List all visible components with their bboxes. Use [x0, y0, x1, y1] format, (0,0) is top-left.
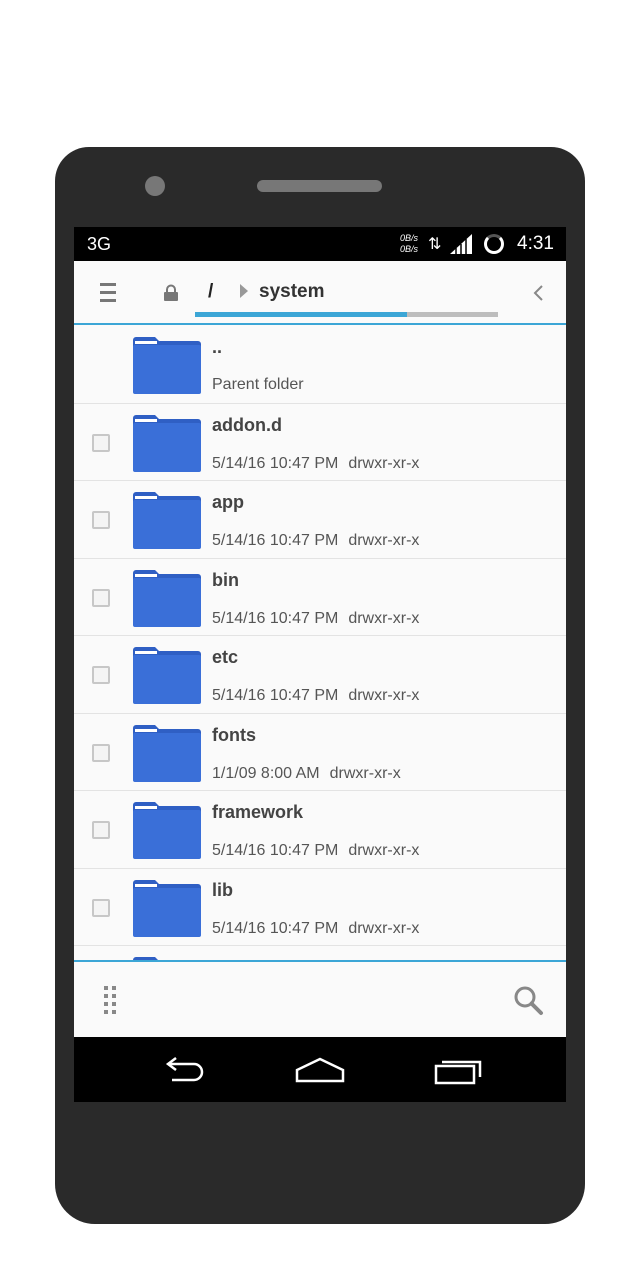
file-permissions: drwxr-xr-x	[348, 687, 420, 704]
file-date: 5/14/16 10:47 PM	[212, 687, 339, 704]
earpiece-speaker	[257, 180, 382, 192]
file-name: app	[212, 492, 245, 512]
row-checkbox[interactable]	[92, 433, 110, 452]
file-list: .. Parent folder addon.d 5/14/16 10:47 PM dr…	[74, 326, 566, 962]
file-name: bin	[212, 569, 239, 590]
file-date: 5/14/16 10:47 PM	[212, 609, 339, 627]
system-navigation-bar	[74, 1037, 566, 1102]
file-row[interactable]: bin 5/14/16 10:47 PM drwxr-xr-x	[74, 559, 566, 636]
row-checkbox[interactable]	[92, 511, 110, 529]
chevron-left-icon[interactable]	[529, 283, 549, 303]
file-permissions: drwxr-xr-x	[348, 532, 420, 549]
chevron-right-icon	[240, 284, 248, 298]
file-date: 5/14/16 10:47 PM	[212, 532, 339, 549]
file-row[interactable]: etc 5/14/16 10:47 PM drwxr-xr-x	[74, 636, 566, 714]
breadcrumb-root[interactable]: /	[208, 281, 213, 303]
file-meta: 5/14/16 10:47 PM drwxr-xr-x	[212, 842, 419, 860]
file-name: etc	[212, 647, 239, 667]
folder-icon	[133, 491, 201, 549]
network-type: 3G	[87, 234, 112, 254]
lock-icon	[164, 284, 178, 301]
file-row[interactable]: app 5/14/16 10:47 PM drwxr-xr-x	[74, 481, 566, 559]
folder-icon	[133, 646, 201, 704]
file-meta: 1/1/09 8:00 AM drwxr-xr-x	[212, 765, 401, 783]
file-name: framework	[212, 802, 304, 822]
file-subtitle: Parent folder	[212, 376, 304, 393]
folder-icon	[133, 879, 201, 937]
recents-icon[interactable]	[434, 1057, 484, 1085]
file-date: 1/1/09 8:00 AM	[212, 764, 320, 782]
file-permissions: drwxr-xr-x	[348, 609, 420, 627]
file-meta: 5/14/16 10:47 PM drwxr-xr-x	[212, 687, 419, 705]
file-row[interactable]: addon.d 5/14/16 10:47 PM drwxr-xr-x	[74, 404, 566, 481]
network-speed: 0B/s 0B/s	[400, 233, 418, 255]
row-checkbox[interactable]	[92, 821, 110, 839]
folder-icon	[133, 801, 201, 859]
file-meta: 5/14/16 10:47 PM drwxr-xr-x	[212, 532, 419, 550]
battery-ring-icon	[484, 234, 504, 254]
status-bar: 3G 0B/s 0B/s ⇅ 4:31	[74, 227, 566, 261]
front-camera	[145, 176, 165, 196]
hamburger-menu-icon[interactable]	[100, 283, 116, 303]
signal-strength-icon	[450, 234, 472, 254]
file-date: 5/14/16 10:47 PM	[212, 919, 339, 937]
file-row[interactable]: fonts 1/1/09 8:00 AM drwxr-xr-x	[74, 714, 566, 791]
path-progress-bar	[195, 312, 498, 317]
file-meta: 5/14/16 10:47 PM drwxr-xr-x	[212, 610, 419, 628]
file-permissions: drwxr-xr-x	[348, 842, 420, 859]
file-name: fonts	[212, 724, 256, 745]
file-meta: 5/14/16 10:47 PM drwxr-xr-x	[212, 455, 419, 473]
folder-icon	[133, 336, 201, 394]
toolbar: / system	[74, 261, 566, 325]
device-screen: 3G 0B/s 0B/s ⇅ 4:31 / system .. Parent f…	[74, 227, 566, 1102]
parent-folder-row[interactable]: .. Parent folder	[74, 326, 566, 404]
folder-icon	[133, 414, 201, 472]
file-date: 5/14/16 10:47 PM	[212, 454, 339, 472]
row-checkbox[interactable]	[92, 898, 110, 917]
file-name: addon.d	[212, 414, 282, 435]
clock: 4:31	[517, 233, 554, 254]
grip-icon[interactable]	[104, 986, 122, 1016]
file-row[interactable]: framework 5/14/16 10:47 PM drwxr-xr-x	[74, 791, 566, 869]
home-icon[interactable]	[294, 1057, 346, 1083]
bottom-action-bar	[74, 962, 566, 1037]
file-permissions: drwxr-xr-x	[348, 919, 420, 937]
row-checkbox[interactable]	[92, 666, 110, 684]
folder-icon	[133, 724, 201, 782]
upload-speed: 0B/s	[400, 233, 419, 243]
folder-icon	[133, 569, 201, 627]
row-checkbox[interactable]	[92, 743, 110, 762]
file-permissions: drwxr-xr-x	[329, 764, 401, 782]
file-permissions: drwxr-xr-x	[348, 454, 420, 472]
file-name: ..	[212, 337, 223, 357]
download-speed: 0B/s	[400, 244, 419, 254]
search-icon[interactable]	[512, 984, 544, 1016]
breadcrumb-current-folder[interactable]: system	[259, 281, 325, 303]
file-date: 5/14/16 10:47 PM	[212, 842, 339, 859]
path-progress-fill	[195, 312, 408, 317]
back-arrow-icon[interactable]	[160, 1057, 208, 1083]
file-meta: 5/14/16 10:47 PM drwxr-xr-x	[212, 920, 419, 938]
file-name: lib	[212, 879, 233, 900]
file-row[interactable]: lib 5/14/16 10:47 PM drwxr-xr-x	[74, 869, 566, 946]
data-activity-icon: ⇅	[428, 236, 442, 253]
row-checkbox[interactable]	[92, 588, 110, 607]
